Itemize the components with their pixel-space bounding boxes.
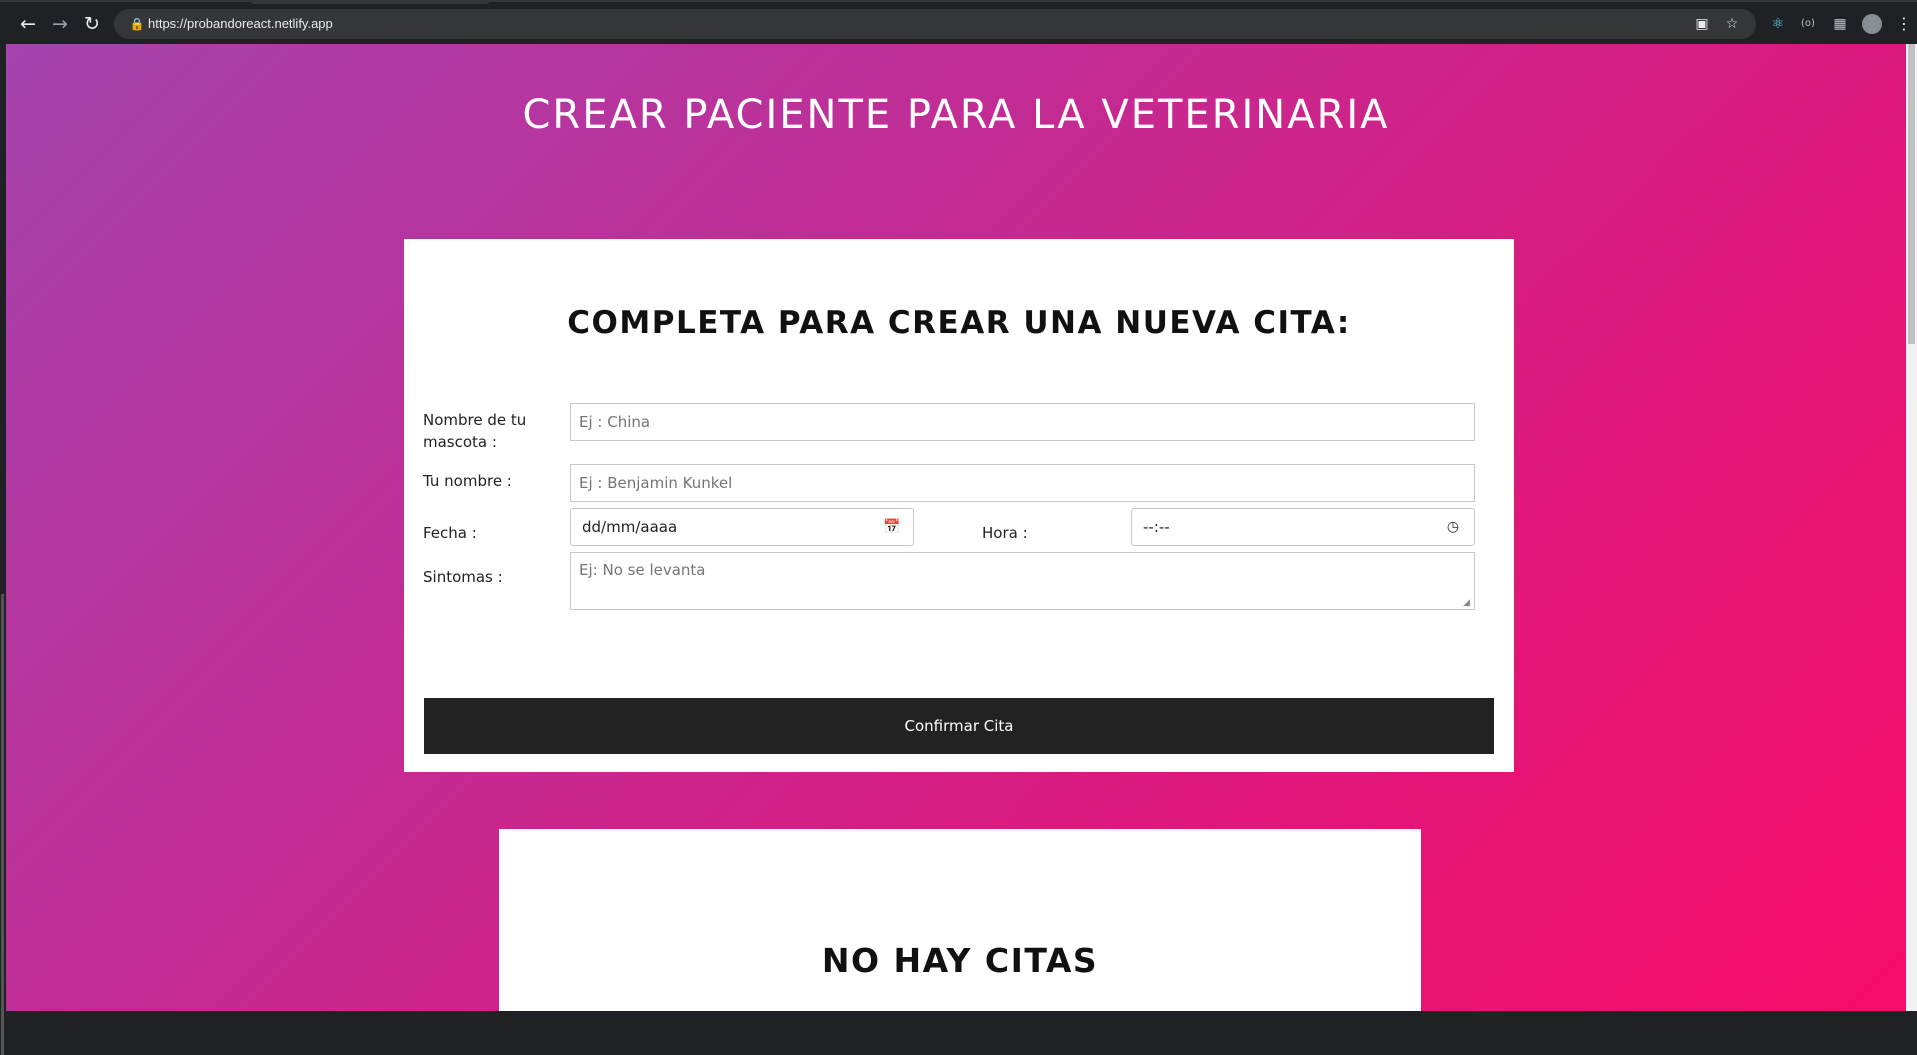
owner-name-label: Tu nombre :: [423, 472, 512, 490]
time-value: --:--: [1143, 518, 1170, 536]
page-viewport: CREAR PACIENTE PARA LA VETERINARIA COMPL…: [6, 44, 1906, 1011]
install-app-icon[interactable]: ▣: [1692, 14, 1712, 34]
lock-icon[interactable]: 🔒: [128, 15, 146, 33]
symptoms-field: ◢: [570, 552, 1475, 610]
browser-toolbar: ← → ↻ 🔒 https://probandoreact.netlify.ap…: [0, 0, 1917, 44]
pet-name-label: Nombre de tu mascota :: [423, 411, 527, 451]
appointments-card: NO HAY CITAS: [499, 829, 1421, 1011]
date-input[interactable]: dd/mm/aaaa 📅: [570, 508, 914, 546]
clock-icon[interactable]: ◷: [1444, 518, 1462, 536]
active-tab-edge: [250, 0, 490, 4]
form-title: COMPLETA PARA CREAR UNA NUEVA CITA:: [567, 305, 1351, 341]
owner-name-input[interactable]: [570, 464, 1475, 502]
page-scrollbar[interactable]: [1906, 44, 1917, 1011]
time-input[interactable]: --:-- ◷: [1131, 508, 1475, 546]
reload-icon[interactable]: ↻: [80, 12, 104, 36]
resize-handle-icon[interactable]: ◢: [1463, 598, 1473, 608]
date-label: Fecha :: [423, 524, 477, 542]
puzzle-icon[interactable]: ▦: [1830, 14, 1850, 34]
menu-icon[interactable]: ⋮: [1896, 12, 1912, 36]
forward-icon[interactable]: →: [48, 12, 72, 36]
back-icon[interactable]: ←: [16, 12, 40, 36]
appointment-form-card: COMPLETA PARA CREAR UNA NUEVA CITA: Nomb…: [404, 239, 1514, 772]
page-title: CREAR PACIENTE PARA LA VETERINARIA: [522, 92, 1390, 138]
left-edge-thumb: [1, 594, 4, 1055]
confirm-appointment-button[interactable]: Confirmar Cita: [424, 698, 1494, 754]
address-bar[interactable]: 🔒 https://probandoreact.netlify.app ▣ ☆: [114, 9, 1756, 39]
scrollbar-thumb[interactable]: [1908, 44, 1915, 344]
star-icon[interactable]: ☆: [1722, 14, 1742, 34]
react-devtools-icon[interactable]: ⚛: [1768, 14, 1788, 34]
url-text[interactable]: https://probandoreact.netlify.app: [148, 9, 333, 39]
time-label: Hora :: [982, 524, 1028, 542]
symptoms-label: Sintomas :: [423, 568, 503, 586]
no-appointments-title: NO HAY CITAS: [821, 941, 1099, 980]
date-value: dd/mm/aaaa: [582, 518, 678, 536]
pet-name-input[interactable]: [570, 403, 1475, 441]
calendar-icon[interactable]: 📅: [883, 518, 901, 536]
extension-icon[interactable]: (o): [1798, 14, 1818, 34]
profile-avatar[interactable]: [1862, 14, 1882, 34]
symptoms-textarea[interactable]: [570, 552, 1475, 610]
